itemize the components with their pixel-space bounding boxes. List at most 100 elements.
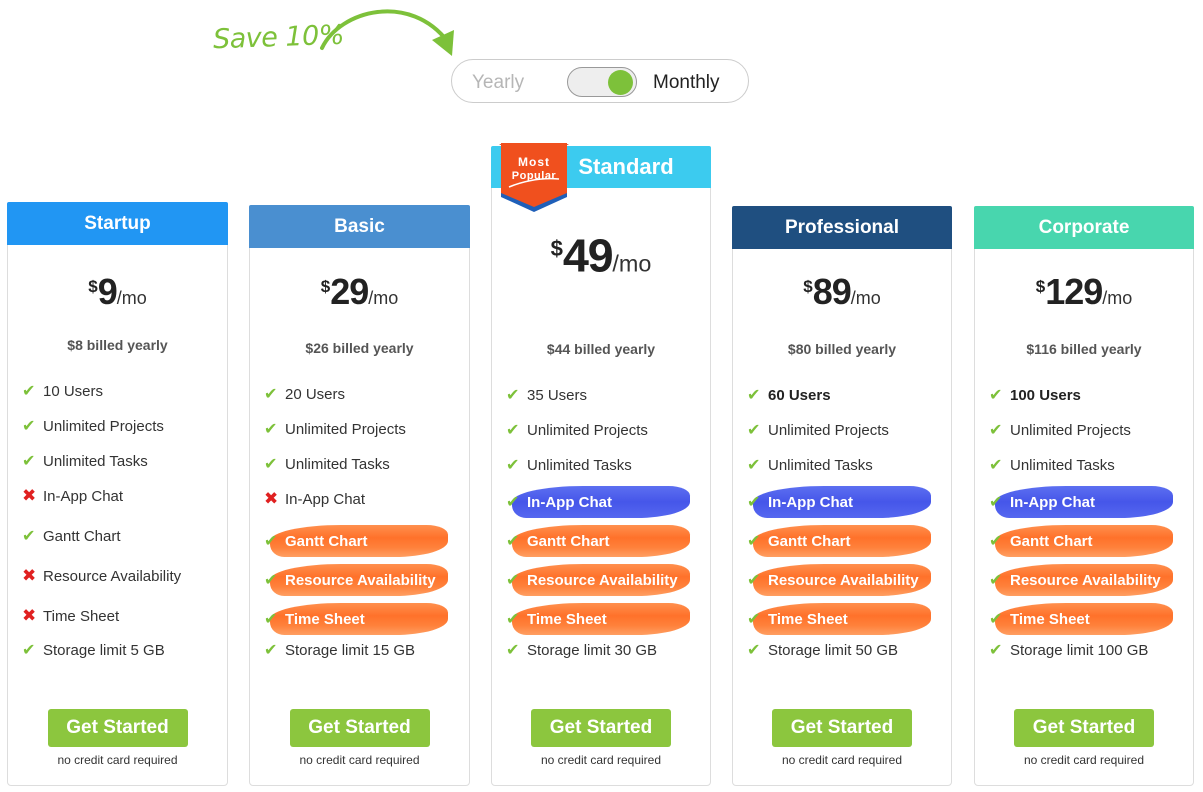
- check-icon: ✔: [506, 572, 520, 589]
- feature-label: Resource Availability: [1010, 571, 1161, 589]
- price-period: /mo: [612, 250, 652, 277]
- plan-price: $29/mo: [250, 271, 469, 313]
- feature-label: 100 Users: [1010, 386, 1081, 404]
- no-credit-card-note: no credit card required: [57, 753, 178, 767]
- plan-card-professional: Professional $89/mo $80 billed yearly ✔ 60 U…: [732, 206, 952, 786]
- monthly-option[interactable]: Monthly: [653, 72, 720, 94]
- check-icon: ✔: [747, 422, 761, 439]
- feature-item: ✔ Time Sheet: [747, 603, 941, 635]
- feature-label: Gantt Chart: [285, 532, 368, 550]
- plan-card-standard: Standard $49/mo $44 billed yearly ✔ 35 Users…: [491, 146, 711, 786]
- feature-label: 60 Users: [768, 386, 831, 404]
- cross-icon: ✖: [22, 606, 37, 625]
- feature-label: Time Sheet: [768, 610, 848, 628]
- check-icon: ✔: [747, 642, 761, 659]
- feature-label: 20 Users: [285, 385, 346, 403]
- check-icon: ✔: [747, 533, 761, 550]
- plan-name: Startup: [7, 202, 228, 245]
- feature-label: Gantt Chart: [527, 532, 610, 550]
- plan-price: $9/mo: [8, 271, 227, 313]
- feature-item: ✖ Time Sheet: [22, 602, 217, 630]
- get-started-button[interactable]: Get Started: [1014, 709, 1154, 747]
- currency-symbol: $: [803, 277, 813, 296]
- feature-item: ✔ Resource Availability: [506, 564, 700, 596]
- check-icon: ✔: [22, 642, 36, 659]
- feature-item: ✔ Unlimited Projects: [22, 412, 217, 440]
- feature-label: 35 Users: [527, 386, 588, 404]
- feature-item: ✔ Gantt Chart: [22, 522, 217, 550]
- feature-label: Storage limit 5 GB: [43, 641, 165, 659]
- check-icon: ✔: [747, 457, 761, 474]
- billing-switch[interactable]: [567, 67, 637, 97]
- feature-item: ✔ Time Sheet: [506, 603, 700, 635]
- check-icon: ✔: [264, 386, 278, 403]
- feature-item: ✔ In-App Chat: [747, 486, 941, 518]
- feature-item: ✔ Unlimited Tasks: [989, 451, 1183, 479]
- no-credit-card-note: no credit card required: [540, 753, 662, 767]
- feature-item: ✔ 60 Users: [747, 381, 941, 409]
- plan-price: $129/mo: [975, 271, 1193, 313]
- feature-label: In-App Chat: [527, 493, 612, 511]
- check-icon: ✔: [747, 387, 761, 404]
- feature-item: ✖ Resource Availability: [22, 562, 217, 590]
- feature-label: 10 Users: [43, 382, 104, 400]
- check-icon: ✔: [506, 494, 520, 511]
- badge-line-2: Popular: [511, 170, 557, 182]
- check-icon: ✔: [989, 642, 1003, 659]
- feature-item: ✔ Unlimited Tasks: [264, 450, 459, 478]
- feature-label: Resource Availability: [527, 571, 678, 589]
- check-icon: ✔: [989, 494, 1003, 511]
- feature-item: ✖ In-App Chat: [264, 485, 459, 513]
- check-icon: ✔: [22, 418, 36, 435]
- feature-item: ✔ Gantt Chart: [989, 525, 1183, 557]
- billed-yearly-note: $116 billed yearly: [1026, 341, 1142, 357]
- get-started-button[interactable]: Get Started: [47, 709, 188, 747]
- feature-item: ✔ Gantt Chart: [747, 525, 941, 557]
- check-icon: ✔: [989, 611, 1003, 628]
- feature-item: ✔ Unlimited Tasks: [506, 451, 700, 479]
- feature-label: Gantt Chart: [768, 532, 851, 550]
- feature-item: ✔ 10 Users: [22, 377, 217, 405]
- feature-item: ✔ Time Sheet: [989, 603, 1183, 635]
- check-icon: ✔: [989, 387, 1003, 404]
- feature-label: Storage limit 50 GB: [768, 641, 899, 659]
- feature-item: ✔ Storage limit 5 GB: [22, 636, 217, 664]
- feature-item: ✔ Resource Availability: [264, 564, 459, 596]
- check-icon: ✔: [264, 533, 278, 550]
- feature-label: Unlimited Tasks: [1010, 456, 1115, 474]
- get-started-button[interactable]: Get Started: [289, 709, 430, 747]
- no-credit-card-note: no credit card required: [299, 753, 420, 767]
- yearly-option[interactable]: Yearly: [472, 72, 524, 94]
- feature-label: Unlimited Tasks: [43, 452, 148, 470]
- feature-item: ✔ Storage limit 30 GB: [506, 636, 700, 664]
- feature-item: ✔ Resource Availability: [747, 564, 941, 596]
- feature-label: Unlimited Projects: [1010, 421, 1131, 439]
- check-icon: ✔: [264, 642, 278, 659]
- get-started-button[interactable]: Get Started: [531, 709, 671, 747]
- feature-label: Gantt Chart: [43, 527, 121, 545]
- curved-arrow-icon: [320, 9, 454, 56]
- feature-label: In-App Chat: [43, 487, 124, 505]
- feature-item: ✔ Unlimited Projects: [264, 415, 459, 443]
- currency-symbol: $: [1035, 277, 1046, 296]
- plan-card-startup: Startup $9/mo $8 billed yearly ✔ 10 Users ✔ Un…: [7, 202, 228, 786]
- check-icon: ✔: [989, 572, 1003, 589]
- check-icon: ✔: [22, 383, 36, 400]
- feature-label: In-App Chat: [1010, 493, 1095, 511]
- feature-item: ✔ Time Sheet: [264, 603, 459, 635]
- feature-label: Unlimited Projects: [43, 417, 164, 435]
- price-amount: 89: [812, 271, 852, 312]
- plan-price: $49/mo: [459, 229, 742, 284]
- feature-label: Resource Availability: [43, 567, 182, 585]
- plan-name: Professional: [732, 206, 952, 249]
- feature-label: Time Sheet: [527, 610, 607, 628]
- currency-symbol: $: [550, 236, 563, 262]
- price-amount: 29: [330, 271, 369, 312]
- price-period: /mo: [116, 288, 147, 308]
- check-icon: ✔: [22, 453, 36, 470]
- check-icon: ✔: [989, 533, 1003, 550]
- get-started-button[interactable]: Get Started: [772, 709, 912, 747]
- check-icon: ✔: [989, 457, 1003, 474]
- feature-item: ✔ Resource Availability: [989, 564, 1183, 596]
- feature-item: ✔ Unlimited Tasks: [747, 451, 941, 479]
